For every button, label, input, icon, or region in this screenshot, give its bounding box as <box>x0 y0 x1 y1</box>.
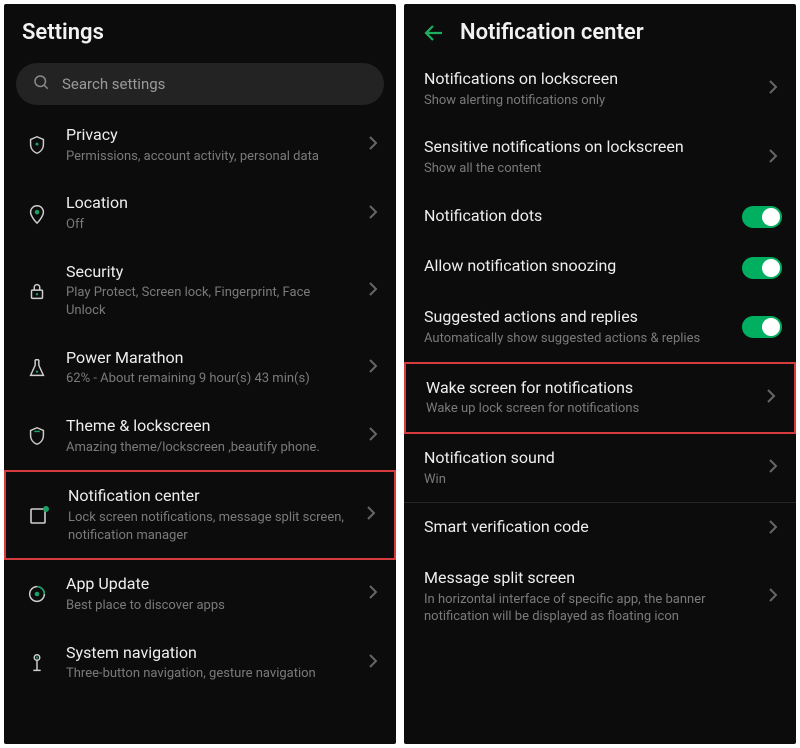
row-sub: Lock screen notifications, message split… <box>68 509 348 544</box>
row-title: Allow notification snoozing <box>424 256 722 277</box>
chevron-right-icon <box>362 505 380 525</box>
settings-row-security[interactable]: Security Play Protect, Screen lock, Fing… <box>4 248 396 334</box>
chevron-right-icon <box>764 148 782 168</box>
chevron-right-icon <box>364 204 382 224</box>
row-title: System navigation <box>66 643 350 664</box>
row-title: Notification center <box>68 486 348 507</box>
settings-row-location[interactable]: Location Off <box>4 179 396 247</box>
chevron-right-icon <box>764 587 782 607</box>
row-title: Wake screen for notifications <box>426 378 742 399</box>
search-placeholder: Search settings <box>62 75 165 93</box>
toggle-switch[interactable] <box>742 316 782 338</box>
row-title: Suggested actions and replies <box>424 307 722 328</box>
notification-center-title: Notification center <box>460 20 644 45</box>
row-title: Privacy <box>66 125 350 146</box>
theme-icon <box>22 425 52 447</box>
row-title: Theme & lockscreen <box>66 416 350 437</box>
chevron-right-icon <box>764 519 782 539</box>
row-title: Sensitive notifications on lockscreen <box>424 137 744 158</box>
row-sub: 62% - About remaining 9 hour(s) 43 min(s… <box>66 370 350 388</box>
row-title: Notifications on lockscreen <box>424 69 744 90</box>
toggle-switch[interactable] <box>742 257 782 279</box>
row-sub: Permissions, account activity, personal … <box>66 148 350 166</box>
row-title: Power Marathon <box>66 348 350 369</box>
chevron-right-icon <box>364 135 382 155</box>
back-button[interactable] <box>422 21 446 45</box>
row-title: Notification dots <box>424 206 722 227</box>
nc-row-message-split-screen[interactable]: Message split screen In horizontal inter… <box>404 554 796 640</box>
row-sub: Wake up lock screen for notifications <box>426 400 742 418</box>
row-sub: Win <box>424 471 744 489</box>
row-sub: Show all the content <box>424 160 744 178</box>
nc-row-smart-verification[interactable]: Smart verification code <box>404 503 796 554</box>
row-title: Location <box>66 193 350 214</box>
settings-row-app-update[interactable]: App Update Best place to discover apps <box>4 560 396 628</box>
shield-icon <box>22 134 52 156</box>
notification-icon <box>24 503 54 527</box>
row-sub: Three-button navigation, gesture navigat… <box>66 665 350 683</box>
lock-icon <box>22 280 52 302</box>
search-icon <box>32 73 50 95</box>
nc-row-suggested-actions[interactable]: Suggested actions and replies Automatica… <box>404 293 796 361</box>
chevron-right-icon <box>364 358 382 378</box>
nc-row-allow-snoozing[interactable]: Allow notification snoozing <box>404 242 796 293</box>
settings-row-theme-lockscreen[interactable]: Theme & lockscreen Amazing theme/lockscr… <box>4 402 396 470</box>
chevron-right-icon <box>764 79 782 99</box>
chevron-right-icon <box>762 388 780 408</box>
row-title: Smart verification code <box>424 517 744 538</box>
row-title: Message split screen <box>424 568 744 589</box>
row-sub: Show alerting notifications only <box>424 92 744 110</box>
chevron-right-icon <box>364 426 382 446</box>
toggle-switch[interactable] <box>742 206 782 228</box>
row-sub: Amazing theme/lockscreen ,beautify phone… <box>66 439 350 457</box>
page-title-settings: Settings <box>4 4 396 55</box>
chevron-right-icon <box>364 584 382 604</box>
nc-row-sensitive-notifications[interactable]: Sensitive notifications on lockscreen Sh… <box>404 123 796 191</box>
chevron-right-icon <box>364 653 382 673</box>
row-sub: In horizontal interface of specific app,… <box>424 591 744 626</box>
settings-row-notification-center[interactable]: Notification center Lock screen notifica… <box>4 470 396 560</box>
row-sub: Best place to discover apps <box>66 597 350 615</box>
row-title: Notification sound <box>424 448 744 469</box>
row-sub: Automatically show suggested actions & r… <box>424 330 722 348</box>
nc-row-notification-sound[interactable]: Notification sound Win <box>404 434 796 502</box>
nc-row-notifications-on-lockscreen[interactable]: Notifications on lockscreen Show alertin… <box>404 55 796 123</box>
row-sub: Play Protect, Screen lock, Fingerprint, … <box>66 284 350 319</box>
nc-row-notification-dots[interactable]: Notification dots <box>404 192 796 243</box>
settings-row-system-navigation[interactable]: System navigation Three-button navigatio… <box>4 629 396 697</box>
row-title: Security <box>66 262 350 283</box>
location-icon <box>22 203 52 225</box>
row-title: App Update <box>66 574 350 595</box>
settings-row-privacy[interactable]: Privacy Permissions, account activity, p… <box>4 111 396 179</box>
navigation-icon <box>22 652 52 674</box>
nc-row-wake-screen[interactable]: Wake screen for notifications Wake up lo… <box>404 362 796 434</box>
chevron-right-icon <box>364 281 382 301</box>
chevron-right-icon <box>764 458 782 478</box>
search-input[interactable]: Search settings <box>16 63 384 105</box>
update-icon <box>22 583 52 605</box>
settings-title: Settings <box>22 20 104 45</box>
flask-icon <box>22 357 52 379</box>
row-sub: Off <box>66 216 350 234</box>
settings-row-power-marathon[interactable]: Power Marathon 62% - About remaining 9 h… <box>4 334 396 402</box>
